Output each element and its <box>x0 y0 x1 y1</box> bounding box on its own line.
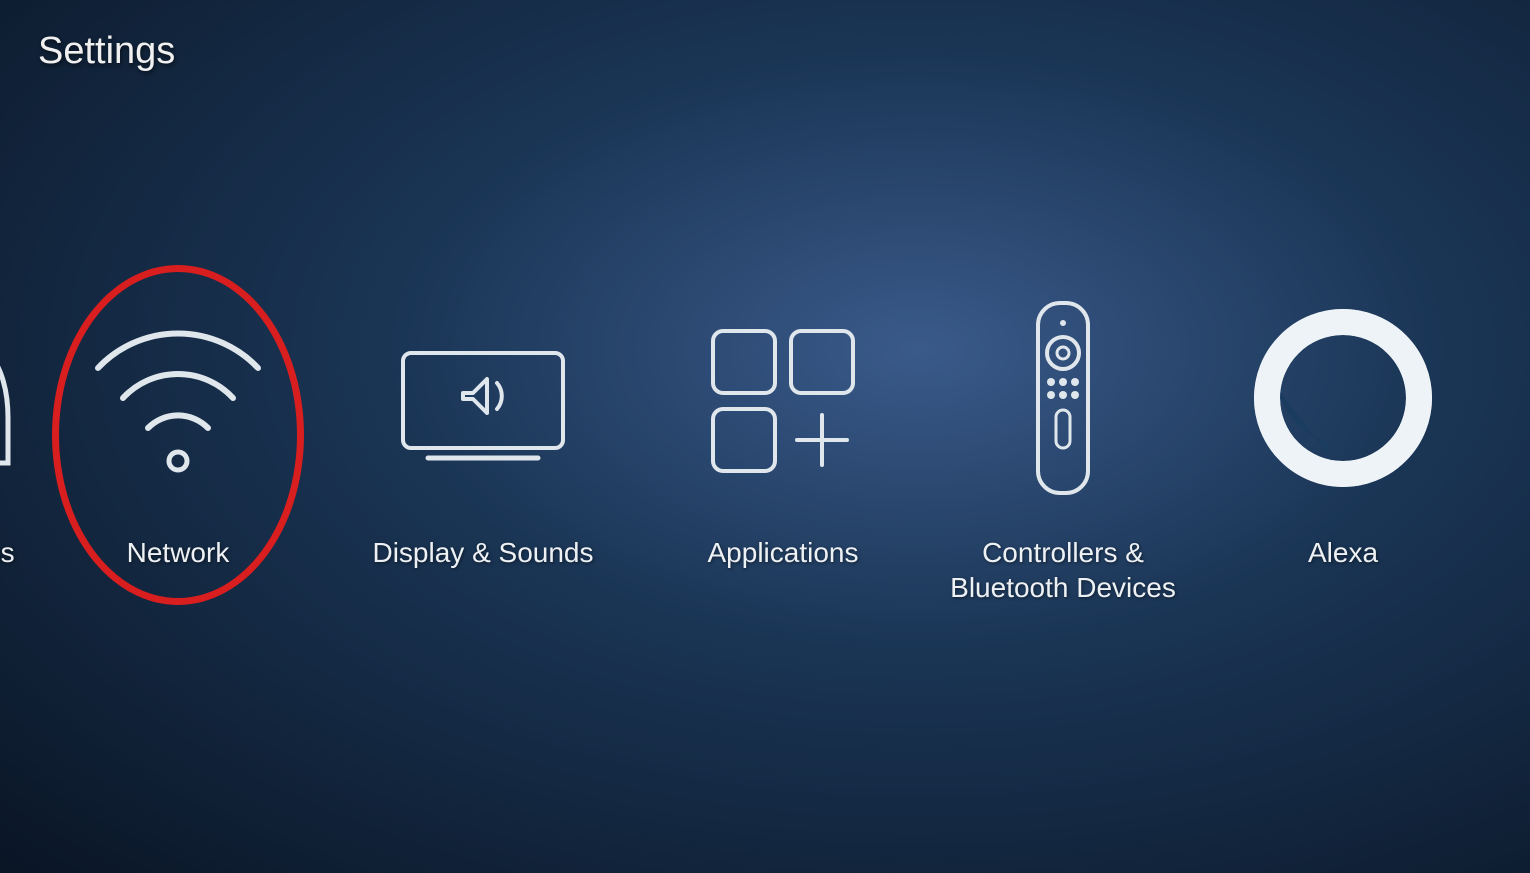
tile-label-display: Display & Sounds <box>372 535 593 570</box>
settings-tile-alexa[interactable]: Alexa <box>1218 300 1468 570</box>
tile-label-applications: Applications <box>708 535 859 570</box>
tile-label-partial: tions <box>0 535 15 570</box>
bell-icon <box>0 300 50 495</box>
wifi-icon <box>78 300 278 495</box>
alexa-icon <box>1253 300 1433 495</box>
page-title: Settings <box>38 30 175 73</box>
settings-tile-network[interactable]: Network <box>48 300 308 570</box>
settings-tile-controllers[interactable]: Controllers & Bluetooth Devices <box>938 300 1188 605</box>
remote-icon <box>1003 300 1123 495</box>
settings-tile-applications[interactable]: Applications <box>658 300 908 570</box>
settings-tile-partial[interactable]: tions <box>0 300 30 570</box>
tv-speaker-icon <box>383 300 583 495</box>
tile-label-controllers: Controllers & Bluetooth Devices <box>943 535 1183 605</box>
settings-row: tions Network Display & Sounds <box>0 300 1530 605</box>
tile-label-network: Network <box>127 535 230 570</box>
tile-label-alexa: Alexa <box>1308 535 1378 570</box>
settings-tile-display[interactable]: Display & Sounds <box>348 300 618 570</box>
apps-grid-icon <box>693 300 873 495</box>
